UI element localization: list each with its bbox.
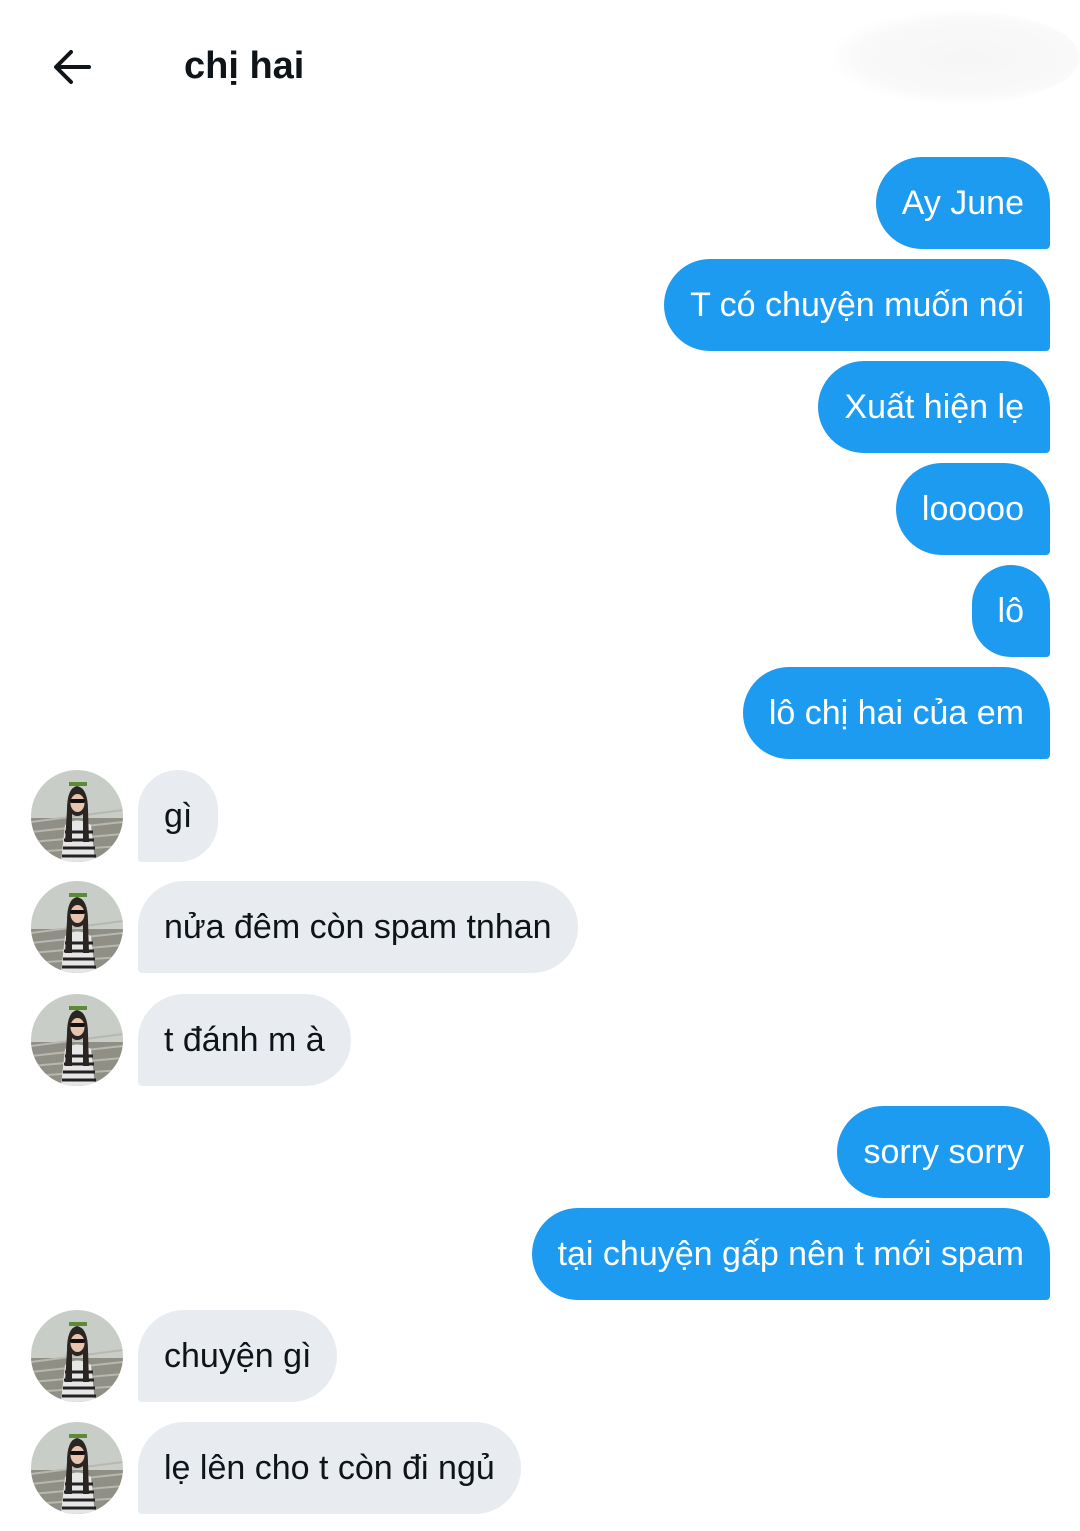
received-message-bubble[interactable]: chuyện gì <box>138 1310 338 1402</box>
received-message-bubble[interactable]: t đánh m à <box>138 994 351 1086</box>
back-button[interactable] <box>40 36 102 98</box>
sent-message-bubble[interactable]: sorry sorry <box>837 1106 1050 1198</box>
arrow-left-icon <box>54 50 91 84</box>
chat-header: chị hai <box>0 0 1080 130</box>
received-message-bubble[interactable]: lẹ lên cho t còn đi ngủ <box>138 1422 521 1514</box>
sent-message-bubble[interactable]: Xuất hiện lẹ <box>818 361 1050 453</box>
contact-avatar[interactable] <box>31 881 123 973</box>
sent-message-bubble[interactable]: lô chị hai của em <box>742 667 1050 759</box>
sent-message-bubble[interactable]: T có chuyện muốn nói <box>664 259 1050 351</box>
conversation-title: chị hai <box>184 45 305 87</box>
received-message-bubble[interactable]: nửa đêm còn spam tnhan <box>138 881 578 973</box>
contact-avatar[interactable] <box>31 994 123 1086</box>
sent-message-bubble[interactable]: Ay June <box>875 157 1050 249</box>
sent-message-bubble[interactable]: tại chuyện gấp nên t mới spam <box>531 1208 1050 1300</box>
contact-avatar[interactable] <box>31 1422 123 1514</box>
received-message-bubble[interactable]: gì <box>138 770 219 862</box>
contact-avatar[interactable] <box>31 1310 123 1402</box>
contact-avatar[interactable] <box>31 770 123 862</box>
sent-message-bubble[interactable]: lô <box>971 565 1050 657</box>
redacted-area <box>830 10 1080 105</box>
sent-message-bubble[interactable]: looooo <box>895 463 1050 555</box>
